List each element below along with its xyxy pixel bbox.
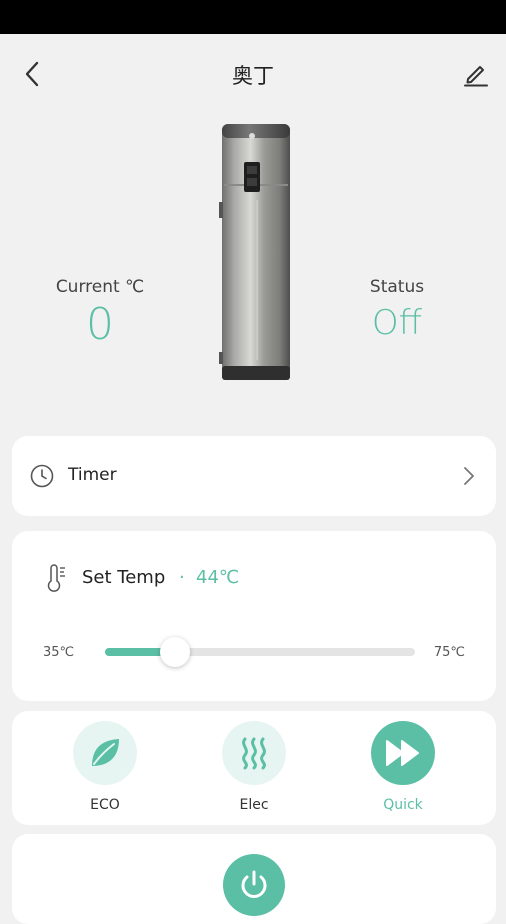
set-temp-separator: ·	[179, 567, 185, 588]
current-temp-value: 0	[86, 299, 114, 350]
device-screen: 奥丁 Current ℃ 0 Status Off Timer Set Temp…	[0, 34, 506, 924]
status-label: Status	[369, 277, 425, 297]
set-temp-label: Set Temp	[82, 567, 166, 588]
mode-selector: ECO Elec Quick	[12, 711, 496, 825]
mode-eco-circle	[73, 721, 137, 785]
current-temp-stat: Current ℃ 0	[40, 277, 160, 350]
chevron-right-icon	[464, 467, 474, 485]
status-stat: Status Off	[337, 277, 457, 343]
mode-elec-button[interactable]: Elec	[209, 721, 299, 813]
mode-quick-circle	[371, 721, 435, 785]
pencil-icon	[464, 66, 488, 87]
temp-slider-track[interactable]	[105, 637, 415, 667]
water-heater-image	[219, 124, 290, 380]
top-bar: 奥丁	[0, 34, 506, 114]
mode-eco-button[interactable]: ECO	[60, 721, 150, 813]
fast-forward-icon	[386, 740, 419, 766]
mode-quick-label: Quick	[383, 797, 423, 813]
mode-quick-button[interactable]: Quick	[358, 721, 448, 813]
mode-elec-circle	[222, 721, 286, 785]
heat-waves-icon	[242, 737, 266, 770]
temp-slider-thumb[interactable]	[160, 637, 190, 667]
clock-icon	[30, 464, 54, 488]
temp-min-label: 35℃	[43, 645, 75, 660]
mode-elec-label: Elec	[239, 797, 269, 813]
mode-eco-label: ECO	[90, 797, 120, 813]
edit-button[interactable]	[458, 56, 494, 92]
page-title: 奥丁	[232, 64, 274, 88]
power-icon	[241, 870, 267, 898]
power-button[interactable]	[223, 854, 285, 916]
system-status-bar	[0, 0, 506, 34]
leaf-icon	[92, 739, 119, 766]
temp-max-label: 75℃	[433, 645, 465, 660]
thermometer-icon	[47, 564, 65, 592]
set-temp-value: 44℃	[196, 567, 240, 588]
power-card	[12, 834, 496, 924]
status-value: Off	[371, 303, 423, 343]
timer-row[interactable]: Timer	[12, 436, 496, 516]
device-overview: Current ℃ 0 Status Off	[0, 114, 506, 434]
current-temp-label: Current ℃	[55, 277, 145, 297]
timer-label: Timer	[68, 465, 117, 485]
set-temp-card: Set Temp · 44℃ 35℃ 75℃	[12, 531, 496, 701]
